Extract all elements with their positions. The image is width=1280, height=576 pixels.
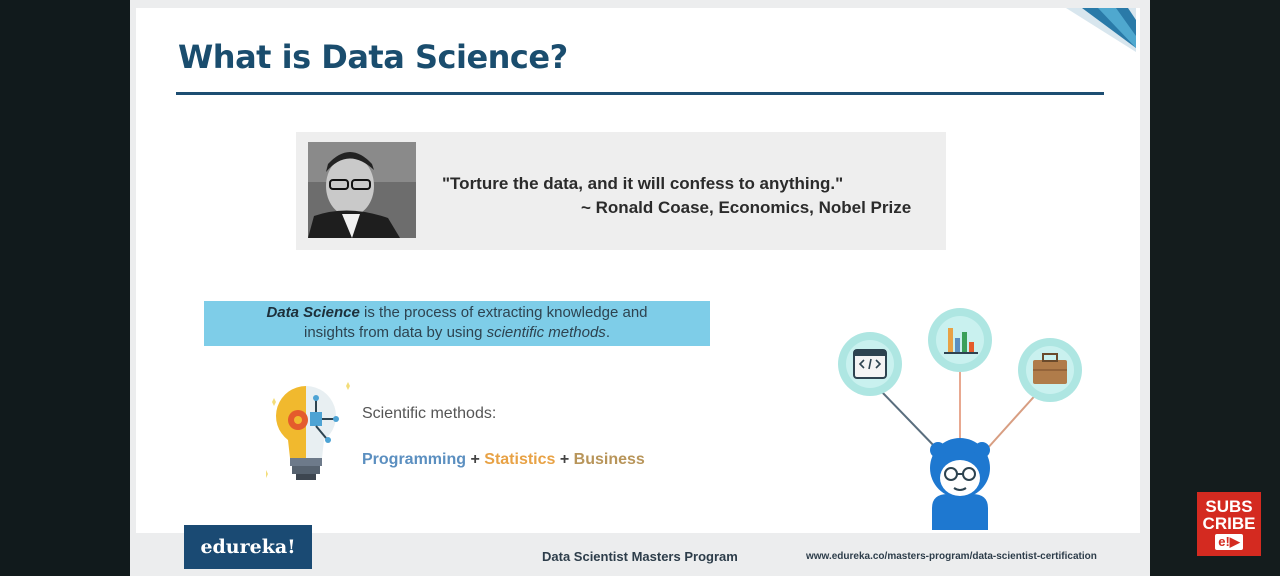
- edureka-logo: edureka!: [184, 525, 312, 569]
- title-divider: [176, 92, 1104, 95]
- footer-url[interactable]: www.edureka.co/masters-program/data-scie…: [806, 551, 1097, 562]
- corner-decoration: [1066, 8, 1136, 52]
- slide-canvas: What is Data Science? "Torture the data,…: [136, 8, 1140, 533]
- methods-formula: Programming + Statistics + Business: [362, 451, 645, 469]
- data-scientist-diagram: [838, 308, 1082, 530]
- method-statistics: Statistics: [484, 451, 556, 468]
- subscribe-icon: e!▶: [1215, 534, 1243, 550]
- definition-text-2: insights from data by using: [304, 324, 487, 341]
- video-right-margin: [1150, 0, 1280, 576]
- footer-program-name: Data Scientist Masters Program: [542, 549, 738, 564]
- definition-text-1: is the process of extracting knowledge a…: [359, 304, 648, 321]
- page-title: What is Data Science?: [178, 38, 568, 76]
- lightbulb-icon: [266, 382, 350, 480]
- code-icon: [838, 332, 902, 396]
- quote-box: "Torture the data, and it will confess t…: [296, 132, 946, 250]
- subscribe-label-1: SUBS: [1205, 497, 1253, 516]
- subscribe-button[interactable]: SUBS CRIBE e!▶: [1197, 492, 1261, 556]
- definition-box: Data Science is the process of extractin…: [204, 301, 710, 346]
- plus-sign: +: [470, 451, 480, 468]
- slide: What is Data Science? "Torture the data,…: [130, 0, 1150, 576]
- quote-text: "Torture the data, and it will confess t…: [442, 174, 844, 193]
- scientific-methods-label: Scientific methods:: [362, 405, 497, 422]
- bar-chart-icon: [928, 308, 992, 372]
- video-left-margin: [0, 0, 130, 576]
- data-scientist-icon: [930, 438, 990, 530]
- plus-sign: +: [559, 451, 570, 468]
- subscribe-label-2: CRIBE: [1202, 514, 1256, 533]
- method-business: Business: [573, 451, 645, 468]
- definition-term: Data Science: [266, 304, 360, 321]
- portrait-image: [308, 142, 416, 238]
- definition-emphasis: scientific methods: [486, 324, 606, 341]
- definition-end: .: [605, 324, 610, 341]
- quote-attribution: ~ Ronald Coase, Economics, Nobel Prize: [581, 198, 912, 217]
- briefcase-icon: [1018, 338, 1082, 402]
- method-programming: Programming: [362, 451, 467, 468]
